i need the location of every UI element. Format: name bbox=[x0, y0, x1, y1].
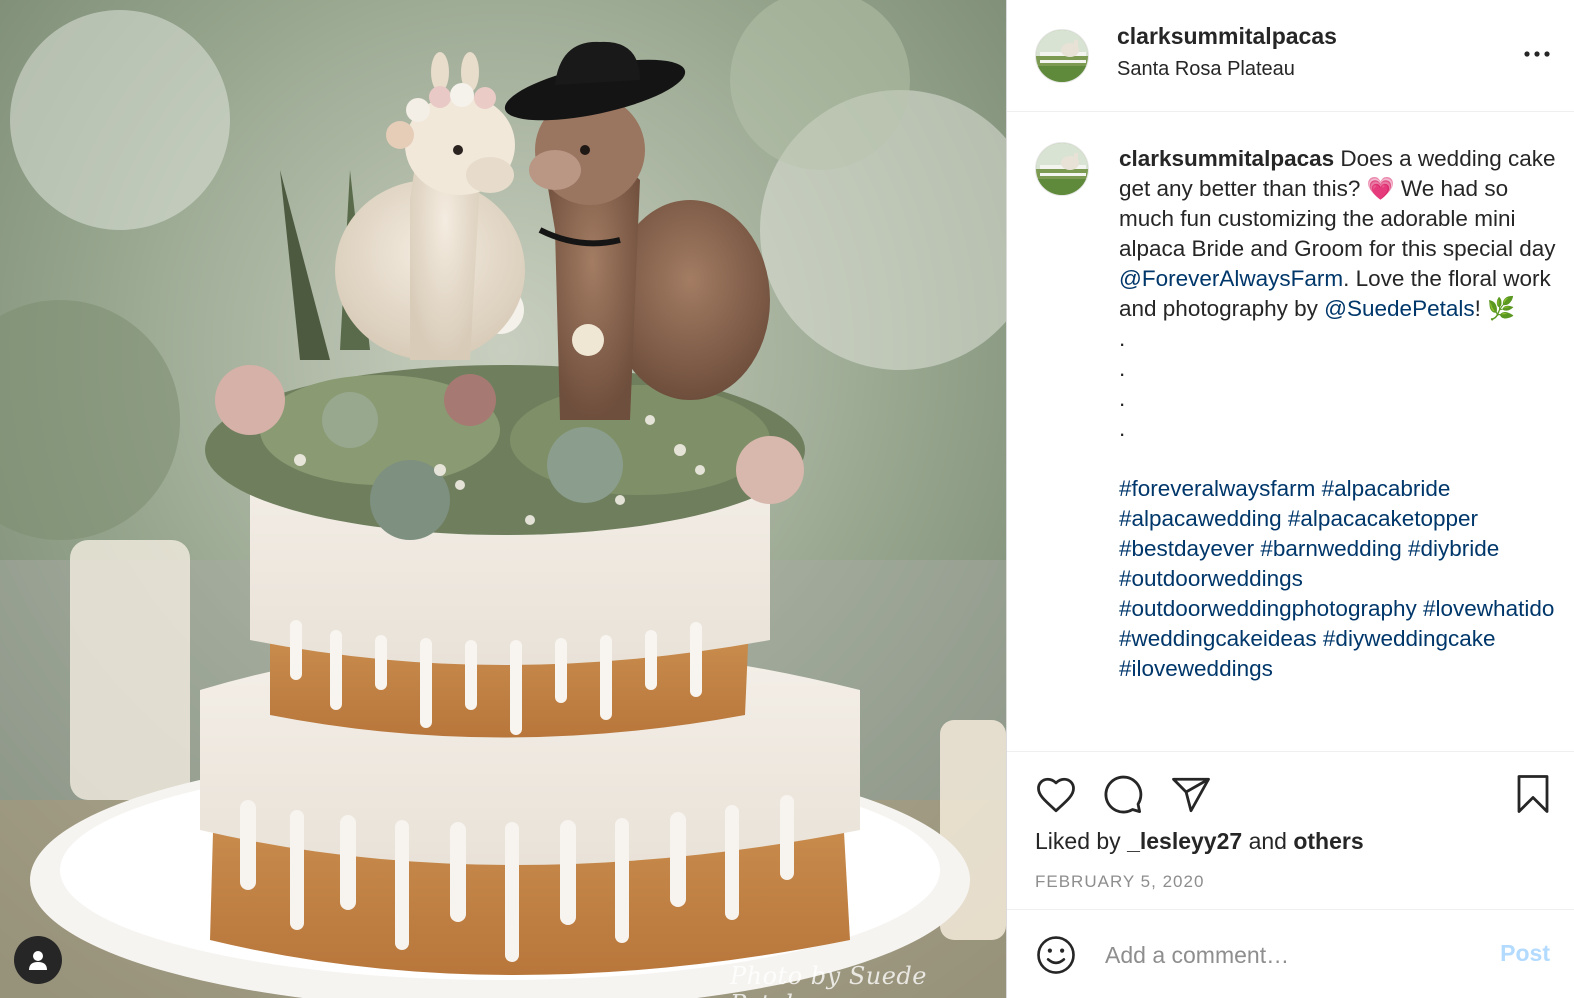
caption-avatar[interactable] bbox=[1035, 142, 1089, 196]
avatar[interactable] bbox=[1035, 28, 1089, 83]
instagram-post: Photo by Suede Petals bbox=[0, 0, 1574, 998]
likes-prefix: Liked by bbox=[1035, 828, 1128, 854]
hashtag-link[interactable]: #outdoorweddings bbox=[1119, 566, 1303, 591]
hashtag-list: #foreveralwaysfarm #alpacabride #alpacaw… bbox=[1119, 474, 1559, 684]
likes-middle: and bbox=[1242, 828, 1294, 854]
hashtag-link[interactable]: #diybride bbox=[1408, 536, 1499, 561]
post-comment-button[interactable]: Post bbox=[1500, 940, 1550, 967]
post-author: clarksummitalpacas Santa Rosa Plateau bbox=[1117, 23, 1337, 81]
user-icon bbox=[29, 951, 47, 970]
hashtag-link[interactable]: #weddingcakeideas bbox=[1119, 626, 1317, 651]
caption-dot: . bbox=[1119, 386, 1126, 411]
hashtag-link[interactable]: #alpacabride bbox=[1322, 476, 1451, 501]
hashtag-link[interactable]: #lovewhatido bbox=[1423, 596, 1554, 621]
smiley-icon[interactable] bbox=[1035, 934, 1077, 976]
hashtag-link[interactable]: #foreveralwaysfarm bbox=[1119, 476, 1315, 501]
photo-watermark: Photo by Suede Petals bbox=[730, 962, 927, 998]
add-comment-bar: Post bbox=[1007, 910, 1574, 998]
likes-others-link[interactable]: others bbox=[1293, 828, 1363, 854]
likes-summary: Liked by _lesleyy27 and others bbox=[1035, 828, 1364, 855]
hashtag-link[interactable]: #outdoorweddingphotography bbox=[1119, 596, 1417, 621]
hashtag-link[interactable]: #barnwedding bbox=[1260, 536, 1401, 561]
profile-picture bbox=[1036, 29, 1088, 82]
post-header: clarksummitalpacas Santa Rosa Plateau bbox=[1007, 0, 1574, 112]
post-photo[interactable]: Photo by Suede Petals bbox=[0, 0, 1006, 998]
username-link[interactable]: clarksummitalpacas bbox=[1117, 23, 1337, 50]
tagged-users-button[interactable] bbox=[14, 936, 62, 984]
hashtag-link[interactable]: #diyweddingcake bbox=[1323, 626, 1496, 651]
comments-section[interactable]: clarksummitalpacas Does a wedding cake g… bbox=[1007, 112, 1574, 752]
comment-bubble-icon[interactable] bbox=[1102, 774, 1144, 816]
hashtag-link[interactable]: #alpacawedding bbox=[1119, 506, 1282, 531]
mention-link[interactable]: @SuedePetals bbox=[1324, 296, 1474, 321]
hashtag-link[interactable]: #iloveweddings bbox=[1119, 656, 1273, 681]
post-caption: clarksummitalpacas Does a wedding cake g… bbox=[1119, 144, 1559, 684]
caption-text: ! 🌿 bbox=[1474, 296, 1516, 321]
liker-username[interactable]: _lesleyy27 bbox=[1127, 828, 1242, 854]
caption-dot: . bbox=[1119, 356, 1126, 381]
wedding-cake-image bbox=[0, 0, 1006, 998]
caption-username[interactable]: clarksummitalpacas bbox=[1119, 146, 1334, 171]
post-date[interactable]: FEBRUARY 5, 2020 bbox=[1035, 872, 1204, 892]
hashtag-link[interactable]: #alpacacaketopper bbox=[1288, 506, 1478, 531]
caption-dot: . bbox=[1119, 326, 1126, 351]
location-link[interactable]: Santa Rosa Plateau bbox=[1117, 58, 1337, 81]
caption-dot: . bbox=[1119, 416, 1126, 441]
hashtag-link[interactable]: #bestdayever bbox=[1119, 536, 1254, 561]
mention-link[interactable]: @ForeverAlwaysFarm bbox=[1119, 266, 1343, 291]
post-sidebar: clarksummitalpacas Santa Rosa Plateau cl… bbox=[1006, 0, 1574, 998]
paper-plane-icon[interactable] bbox=[1170, 774, 1212, 816]
heart-icon[interactable] bbox=[1035, 774, 1077, 816]
comment-input[interactable] bbox=[1103, 936, 1487, 974]
bookmark-icon[interactable] bbox=[1512, 772, 1554, 816]
profile-picture bbox=[1036, 143, 1088, 195]
more-options-icon[interactable] bbox=[1522, 42, 1552, 66]
post-actions: Liked by _lesleyy27 and others FEBRUARY … bbox=[1007, 752, 1574, 910]
